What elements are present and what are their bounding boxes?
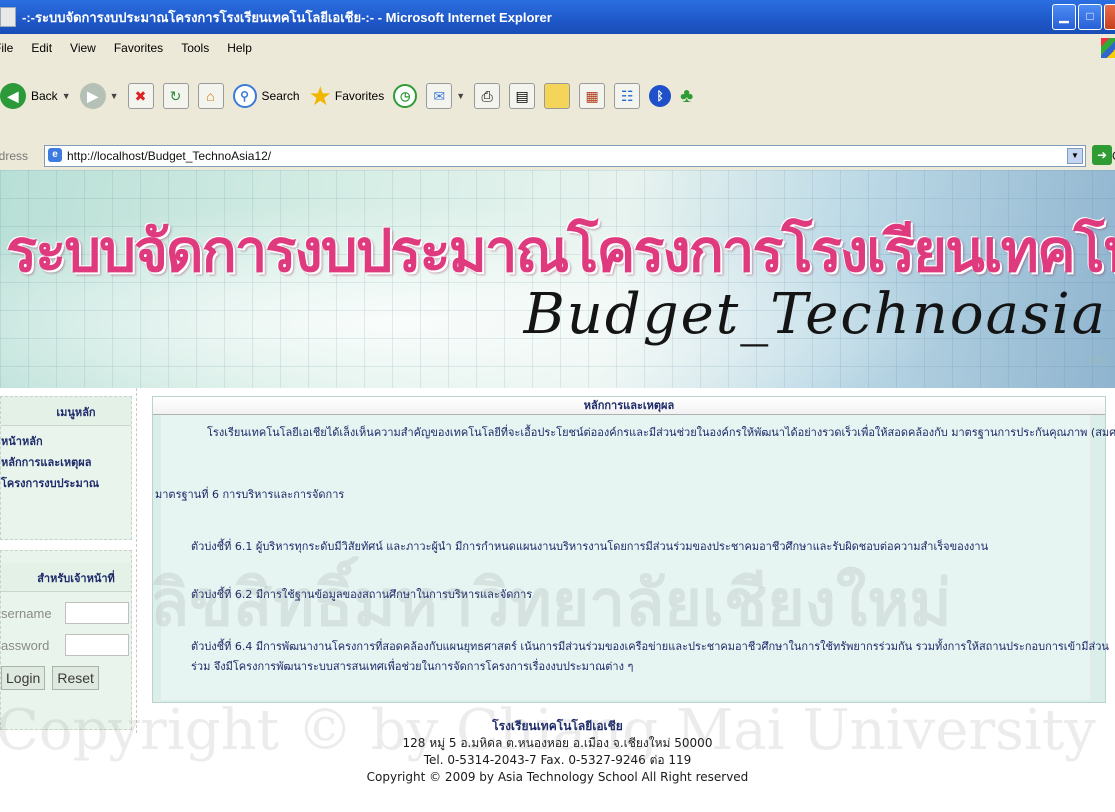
messenger-button[interactable]: ☷ xyxy=(614,83,641,109)
research-button[interactable]: ▦ xyxy=(579,83,606,109)
research-icon: ▦ xyxy=(579,83,606,109)
favorites-star-icon: ★ xyxy=(308,81,332,111)
msn-people-icon: ♣ xyxy=(680,84,694,107)
mail-dropdown-icon[interactable]: ▼ xyxy=(456,91,465,101)
page-content: เมนูหลัก หน้าหลัก หลักการและเหตุผล โครงก… xyxy=(0,388,1115,812)
footer-school-name: โรงเรียนเทคโนโลยีเอเชีย xyxy=(492,719,623,733)
footer-address: 128 หมู่ 5 อ.มหิดล ต.หนองหอย อ.เมือง จ.เ… xyxy=(402,736,713,750)
menu-bar: File Edit View Favorites Tools Help xyxy=(0,34,1115,63)
mail-button[interactable]: ✉ ▼ xyxy=(426,83,465,109)
username-input[interactable] xyxy=(65,602,129,624)
footer-phone: Tel. 0-5314-2043-7 Fax. 0-5327-9246 ต่อ … xyxy=(423,753,692,767)
password-input[interactable] xyxy=(65,634,129,656)
minimize-button[interactable]: ▁ xyxy=(1052,4,1076,30)
menu-help[interactable]: Help xyxy=(227,41,252,55)
indicator-6-1-text: ตัวบ่งชี้ที่ 6.1 ผู้บริหารทุกระดับมีวิสั… xyxy=(191,540,989,553)
search-button[interactable]: ⚲ Search xyxy=(232,84,300,108)
staff-login-box: สำหรับเจ้าหน้าที่ sername assword Login … xyxy=(0,550,132,730)
address-input[interactable]: e http://localhost/Budget_TechnoAsia12/ … xyxy=(44,145,1086,167)
login-button[interactable]: Login xyxy=(1,666,46,690)
menu-link-home[interactable]: หน้าหลัก xyxy=(1,432,131,450)
search-label: Search xyxy=(261,89,300,103)
menu-edit[interactable]: Edit xyxy=(31,41,52,55)
refresh-button[interactable]: ↻ xyxy=(162,83,189,109)
indicator-6-2-text: ตัวบ่งชี้ที่ 6.2 มีการใช้ฐานข้อมูลของสถา… xyxy=(191,588,533,601)
browser-toolbar: ◀ Back ▼ ▶ ▼ ✖ ↻ ⌂ ⚲ Search ★ Favorites … xyxy=(0,62,1115,143)
banner-corner-text: 260 xyxy=(1088,354,1109,367)
rationale-heading: หลักการและเหตุผล xyxy=(153,397,1105,415)
username-row: sername xyxy=(1,602,131,626)
forward-dropdown-icon[interactable]: ▼ xyxy=(110,91,119,101)
main-menu-title: เมนูหลัก xyxy=(1,397,131,426)
password-label: assword xyxy=(1,638,50,653)
page-icon: e xyxy=(48,148,62,162)
print-button[interactable]: ⎙ xyxy=(474,83,501,109)
history-button[interactable]: ◷ xyxy=(393,84,418,108)
main-menu-box: เมนูหลัก หน้าหลัก หลักการและเหตุผล โครงก… xyxy=(0,396,132,540)
history-icon: ◷ xyxy=(393,84,418,108)
msn-button[interactable]: ♣ xyxy=(680,85,693,108)
menu-favorites[interactable]: Favorites xyxy=(114,41,163,55)
site-banner: ระบบจัดการงบประมาณโครงการโรงเรียนเทคโนโล… xyxy=(0,170,1115,388)
stop-button[interactable]: ✖ xyxy=(127,83,154,109)
window-titlebar: -:-ระบบจัดการงบประมาณโครงการโรงเรียนเทคโ… xyxy=(0,0,1115,34)
address-dropdown-icon[interactable]: ▼ xyxy=(1067,148,1083,164)
close-button[interactable] xyxy=(1104,4,1115,30)
mail-icon: ✉ xyxy=(426,83,453,109)
edit-button[interactable]: ▤ xyxy=(509,83,536,109)
refresh-icon: ↻ xyxy=(162,83,189,109)
back-arrow-icon: ◀ xyxy=(0,83,26,109)
bluetooth-button[interactable]: ᛒ xyxy=(649,85,672,107)
go-button[interactable]: ➜ xyxy=(1092,145,1112,165)
folder-button[interactable] xyxy=(544,83,571,109)
home-button[interactable]: ⌂ xyxy=(197,83,224,109)
messenger-icon: ☷ xyxy=(614,83,641,109)
sidebar: เมนูหลัก หน้าหลัก หลักการและเหตุผล โครงก… xyxy=(0,388,137,733)
footer-copyright: Copyright © 2009 by Asia Technology Scho… xyxy=(366,770,749,784)
rationale-body: โรงเรียนเทคโนโลยีเอเชียได้เล็งเห็นความสำ… xyxy=(155,415,1115,700)
forward-arrow-icon: ▶ xyxy=(79,83,106,109)
address-label: Address xyxy=(0,149,29,163)
forward-button[interactable]: ▶ ▼ xyxy=(79,83,119,109)
menu-view[interactable]: View xyxy=(70,41,96,55)
reset-button[interactable]: Reset xyxy=(52,666,99,690)
back-button[interactable]: ◀ Back ▼ xyxy=(0,83,71,109)
maximize-button[interactable]: □ xyxy=(1078,4,1102,30)
ie-document-icon xyxy=(0,7,16,27)
window-controls: ▁ □ xyxy=(1052,4,1115,30)
bluetooth-icon: ᛒ xyxy=(649,85,672,107)
favorites-button[interactable]: ★ Favorites xyxy=(309,83,385,109)
search-icon: ⚲ xyxy=(232,84,257,108)
rationale-panel: หลักการและเหตุผล โรงเรียนเทคโนโลยีเอเชีย… xyxy=(152,396,1115,703)
print-icon: ⎙ xyxy=(474,83,501,109)
menu-tools[interactable]: Tools xyxy=(181,41,209,55)
back-dropdown-icon[interactable]: ▼ xyxy=(62,91,71,101)
indicator-6-4-text-line2: ร่วม จึงมีโครงการพัฒนาระบบสารสนเทศเพื่อช… xyxy=(191,660,634,673)
indicator-6-4-text-line1: ตัวบ่งชี้ที่ 6.4 มีการพัฒนางานโครงการที่… xyxy=(191,640,1109,653)
menu-file[interactable]: File xyxy=(0,41,13,55)
stop-icon: ✖ xyxy=(127,83,154,109)
standard-6-text: มาตรฐานที่ 6 การบริหารและการจัดการ xyxy=(155,488,345,501)
address-bar: Address e http://localhost/Budget_Techno… xyxy=(0,142,1115,171)
window-title: -:-ระบบจัดการงบประมาณโครงการโรงเรียนเทคโ… xyxy=(22,9,552,25)
username-label: sername xyxy=(1,606,52,621)
menu-link-budget-projects[interactable]: โครงการงบประมาณ xyxy=(1,474,131,492)
folder-icon xyxy=(544,83,571,109)
back-label: Back xyxy=(31,89,58,103)
staff-title: สำหรับเจ้าหน้าที่ xyxy=(1,563,131,592)
menu-link-rationale[interactable]: หลักการและเหตุผล xyxy=(1,453,131,471)
banner-english-title: Budget_Technoasia xyxy=(523,282,1107,347)
password-row: assword xyxy=(1,634,131,658)
edit-icon: ▤ xyxy=(509,83,536,109)
home-icon: ⌂ xyxy=(197,83,224,109)
intro-paragraph: โรงเรียนเทคโนโลยีเอเชียได้เล็งเห็นความสำ… xyxy=(207,426,1115,439)
page-footer: โรงเรียนเทคโนโลยีเอเชีย 128 หมู่ 5 อ.มหิ… xyxy=(0,718,1115,786)
address-url: http://localhost/Budget_TechnoAsia12/ xyxy=(67,149,272,163)
favorites-label: Favorites xyxy=(334,89,385,103)
windows-logo-icon xyxy=(1101,38,1115,58)
